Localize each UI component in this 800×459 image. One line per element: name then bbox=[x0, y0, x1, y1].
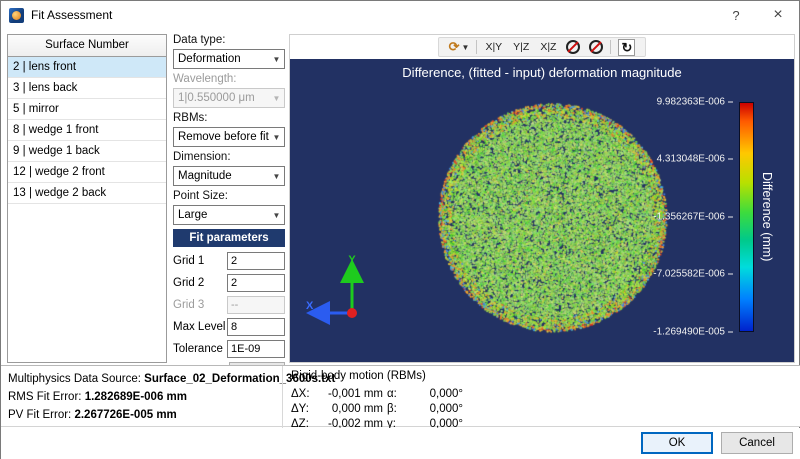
chevron-down-icon: ▼ bbox=[269, 211, 284, 220]
toolbar-separator bbox=[610, 40, 611, 54]
max-level-input[interactable] bbox=[227, 318, 285, 336]
rbm-values: ΔX: -0,001 mm α: 0,000° ΔY: 0,000 mm β: … bbox=[291, 387, 463, 431]
chevron-down-icon: ▼ bbox=[269, 55, 284, 64]
chevron-down-icon: ▼ bbox=[269, 133, 284, 142]
rbms-value: Remove before fit bbox=[178, 131, 269, 143]
rbms-select[interactable]: Remove before fit ▼ bbox=[173, 127, 285, 147]
colorbar-tick: 4.313048E-006 bbox=[643, 154, 733, 165]
surface-row-wedge2-back[interactable]: 13 | wedge 2 back bbox=[8, 183, 166, 204]
disable-rotate-icon bbox=[566, 40, 580, 54]
chevron-down-icon: ▼ bbox=[462, 43, 470, 52]
wavelength-value: 1|0.550000 μm bbox=[178, 92, 255, 104]
surface-row-wedge2-front[interactable]: 12 | wedge 2 front bbox=[8, 162, 166, 183]
viewport-panel: ⟳ ▼ X|Y Y|Z X|Z ↻ Difference, bbox=[289, 34, 795, 363]
reset-view-button[interactable]: ↻ bbox=[616, 38, 637, 56]
surface-row-mirror[interactable]: 5 | mirror bbox=[8, 99, 166, 120]
grid1-label: Grid 1 bbox=[173, 255, 227, 267]
wavelength-select: 1|0.550000 μm ▼ bbox=[173, 88, 285, 108]
dimension-value: Magnitude bbox=[178, 170, 232, 182]
fit-assessment-dialog: Fit Assessment ? × Surface Number 2 | le… bbox=[0, 0, 800, 459]
rbm-dx-value: -0,001 mm bbox=[321, 387, 383, 401]
window-title: Fit Assessment bbox=[31, 8, 112, 22]
y-axis-label: Y bbox=[348, 254, 356, 266]
disable-rotate-button[interactable] bbox=[564, 38, 582, 56]
viewport-toolbar: ⟳ ▼ X|Y Y|Z X|Z ↻ bbox=[438, 37, 647, 57]
app-icon bbox=[9, 8, 24, 23]
colorbar-tick: 9.982363E-006 bbox=[643, 97, 733, 108]
pv-fit-error-label: PV Fit Error: bbox=[8, 409, 71, 421]
footer: OK Cancel bbox=[1, 428, 800, 459]
viewport-3d-area: Difference, (fitted - input) deformation… bbox=[290, 59, 794, 362]
data-type-select[interactable]: Deformation ▼ bbox=[173, 49, 285, 69]
max-level-label: Max Level bbox=[173, 321, 227, 333]
surface-row-lens-back[interactable]: 3 | lens back bbox=[8, 78, 166, 99]
rbm-title: Rigid-body motion (RBMs) bbox=[291, 370, 463, 385]
point-size-value: Large bbox=[178, 209, 207, 221]
rbm-alpha-label: α: bbox=[387, 387, 409, 401]
titlebar: Fit Assessment ? × bbox=[1, 1, 799, 29]
status-divider bbox=[282, 366, 283, 428]
fit-error-summary: Multiphysics Data Source: Surface_02_Def… bbox=[8, 370, 276, 424]
help-button[interactable]: ? bbox=[715, 1, 757, 29]
data-source-label: Multiphysics Data Source: bbox=[8, 373, 141, 385]
data-type-value: Deformation bbox=[178, 53, 241, 65]
wavelength-label: Wavelength: bbox=[173, 73, 285, 86]
colorbar-tick: -7.025582E-006 bbox=[643, 269, 733, 280]
toolbar-separator bbox=[476, 40, 477, 54]
rbm-dy-value: 0,000 mm bbox=[321, 402, 383, 416]
data-type-label: Data type: bbox=[173, 34, 285, 47]
rbm-dy-label: ΔY: bbox=[291, 402, 317, 416]
rbms-label: RBMs: bbox=[173, 112, 285, 125]
grid3-label: Grid 3 bbox=[173, 299, 227, 311]
grid3-input bbox=[227, 296, 285, 314]
colorbar-tick: -1.269490E-005 bbox=[643, 327, 733, 338]
surface-row-lens-front[interactable]: 2 | lens front bbox=[8, 57, 166, 78]
dimension-label: Dimension: bbox=[173, 151, 285, 164]
disable-pan-icon bbox=[589, 40, 603, 54]
view-xy-button[interactable]: X|Y bbox=[482, 38, 505, 56]
surface-table: Surface Number 2 | lens front 3 | lens b… bbox=[7, 34, 167, 363]
surface-row-wedge1-front[interactable]: 8 | wedge 1 front bbox=[8, 120, 166, 141]
controls-panel: Data type: Deformation ▼ Wavelength: 1|0… bbox=[173, 34, 285, 380]
pv-fit-error-value: 2.267726E-005 mm bbox=[74, 409, 176, 421]
axes-triad: Y X bbox=[300, 251, 380, 336]
orbit-icon: ⟳ bbox=[449, 39, 460, 55]
reset-view-icon: ↻ bbox=[618, 39, 635, 56]
tolerance-input[interactable] bbox=[227, 340, 285, 358]
surface-table-header: Surface Number bbox=[8, 35, 166, 57]
grid2-label: Grid 2 bbox=[173, 277, 227, 289]
rms-fit-error-value: 1.282689E-006 mm bbox=[85, 391, 187, 403]
viewport-title: Difference, (fitted - input) deformation… bbox=[290, 65, 794, 80]
rbm-alpha-value: 0,000° bbox=[413, 387, 463, 401]
chevron-down-icon: ▼ bbox=[269, 172, 284, 181]
x-axis-label: X bbox=[306, 300, 314, 312]
close-button[interactable]: × bbox=[757, 1, 799, 29]
point-size-select[interactable]: Large ▼ bbox=[173, 205, 285, 225]
rbm-beta-label: β: bbox=[387, 402, 409, 416]
colorbar-tick: -1.356267E-006 bbox=[643, 212, 733, 223]
colorbar-axis-label: Difference (mm) bbox=[760, 102, 774, 332]
fit-parameters-header: Fit parameters bbox=[173, 229, 285, 247]
disable-pan-button[interactable] bbox=[587, 38, 605, 56]
chevron-down-icon: ▼ bbox=[269, 94, 284, 103]
ok-button[interactable]: OK bbox=[641, 432, 713, 454]
grid1-input[interactable] bbox=[227, 252, 285, 270]
surface-row-wedge1-back[interactable]: 9 | wedge 1 back bbox=[8, 141, 166, 162]
orbit-tool-button[interactable]: ⟳ ▼ bbox=[447, 38, 472, 56]
dimension-select[interactable]: Magnitude ▼ bbox=[173, 166, 285, 186]
rbm-beta-value: 0,000° bbox=[413, 402, 463, 416]
tolerance-label: Tolerance bbox=[173, 343, 227, 355]
colorbar bbox=[739, 102, 754, 332]
z-axis-dot bbox=[347, 308, 357, 318]
cancel-button[interactable]: Cancel bbox=[721, 432, 793, 454]
point-size-label: Point Size: bbox=[173, 190, 285, 203]
grid2-input[interactable] bbox=[227, 274, 285, 292]
view-xz-button[interactable]: X|Z bbox=[537, 38, 559, 56]
view-yz-button[interactable]: Y|Z bbox=[510, 38, 532, 56]
rbm-dx-label: ΔX: bbox=[291, 387, 317, 401]
viewport-toolbar-row: ⟳ ▼ X|Y Y|Z X|Z ↻ bbox=[290, 35, 794, 59]
rbm-panel: Rigid-body motion (RBMs) ΔX: -0,001 mm α… bbox=[291, 370, 463, 431]
rms-fit-error-label: RMS Fit Error: bbox=[8, 391, 81, 403]
status-panel: Multiphysics Data Source: Surface_02_Def… bbox=[1, 365, 800, 427]
